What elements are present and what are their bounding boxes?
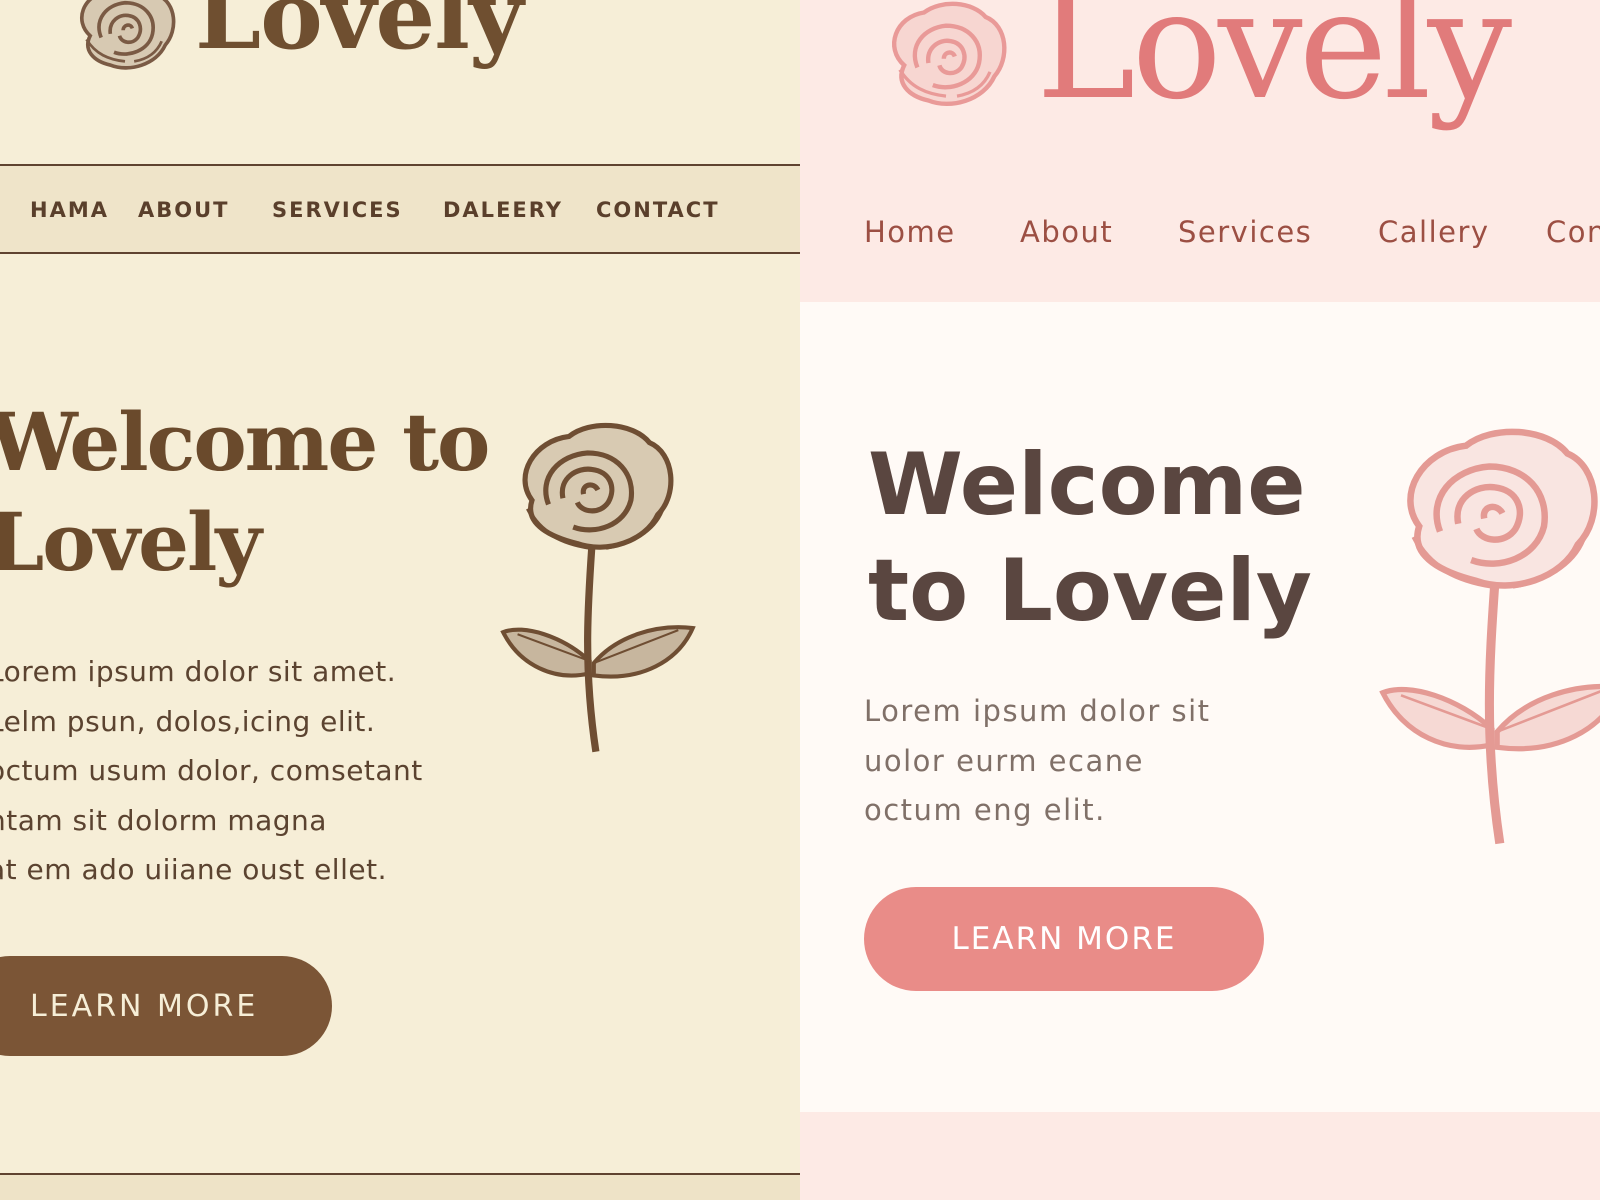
nav-home[interactable]: HAMA xyxy=(30,200,109,221)
hero-body-line: Lorem ipsum dolor sit amet. xyxy=(0,655,397,688)
hero-title: Welcome to Lovely xyxy=(868,432,1348,644)
nav-contact[interactable]: CONTACT xyxy=(596,200,720,221)
hero-body: Lorem ipsum dolor sit amet. Lelm psun, d… xyxy=(0,647,423,895)
nav-about[interactable]: About xyxy=(1020,218,1113,247)
site-logo[interactable]: Lovely xyxy=(195,0,524,73)
hero-body: Lorem ipsum dolor sit uolor eurm ecane o… xyxy=(864,687,1211,836)
hero-title: Welcome to Lovely xyxy=(0,392,508,592)
nav-about[interactable]: ABOUT xyxy=(138,200,230,221)
nav-contact[interactable]: Con xyxy=(1546,218,1600,247)
hero-title-line-2: to Lovely xyxy=(868,541,1312,641)
learn-more-button[interactable]: LEARN MORE xyxy=(864,887,1264,991)
sepia-page-variant: Lovely HAMA ABOUT SERVICES DALEERY CONTA… xyxy=(0,0,800,1200)
hero-body-line: Lorem ipsum dolor sit xyxy=(864,694,1211,728)
nav-gallery[interactable]: DALEERY xyxy=(443,200,563,221)
learn-more-button[interactable]: LEARN MORE xyxy=(0,956,332,1056)
hero-title-line-1: Welcome xyxy=(868,435,1306,535)
nav-gallery[interactable]: Callery xyxy=(1378,218,1490,247)
hero-body-line: ntam sit dolorm magna xyxy=(0,803,327,837)
hero-card: Welcome to Lovely Lorem ipsum dolor sit … xyxy=(800,302,1600,1112)
hero-title-line-2: Lovely xyxy=(0,495,262,589)
rose-illustration xyxy=(490,422,710,762)
hero-body-line: at em ado uiiane oust ellet. xyxy=(0,853,387,887)
main-nav: HAMA ABOUT SERVICES DALEERY CONTACT xyxy=(0,164,800,254)
rose-icon xyxy=(70,0,180,84)
site-logo[interactable]: Lovely xyxy=(1036,0,1512,136)
pink-page-variant: Lovely Home About Services Callery Con W… xyxy=(800,0,1600,1200)
nav-services[interactable]: Services xyxy=(1178,218,1312,247)
rose-icon xyxy=(880,0,1012,130)
nav-home[interactable]: Home xyxy=(864,218,956,247)
hero-body-line: octum eng elit. xyxy=(864,793,1106,827)
nav-services[interactable]: SERVICES xyxy=(272,200,403,221)
footer-band xyxy=(0,1175,800,1200)
hero-title-line-1: Welcome to xyxy=(0,395,490,489)
rose-illustration xyxy=(1375,427,1600,857)
hero-body-line: uolor eurm ecane xyxy=(864,743,1144,778)
hero-body-line: octum usum dolor, comsetant xyxy=(0,754,423,788)
hero-body-line: Lelm psun, dolos,icing elit. xyxy=(0,704,376,738)
